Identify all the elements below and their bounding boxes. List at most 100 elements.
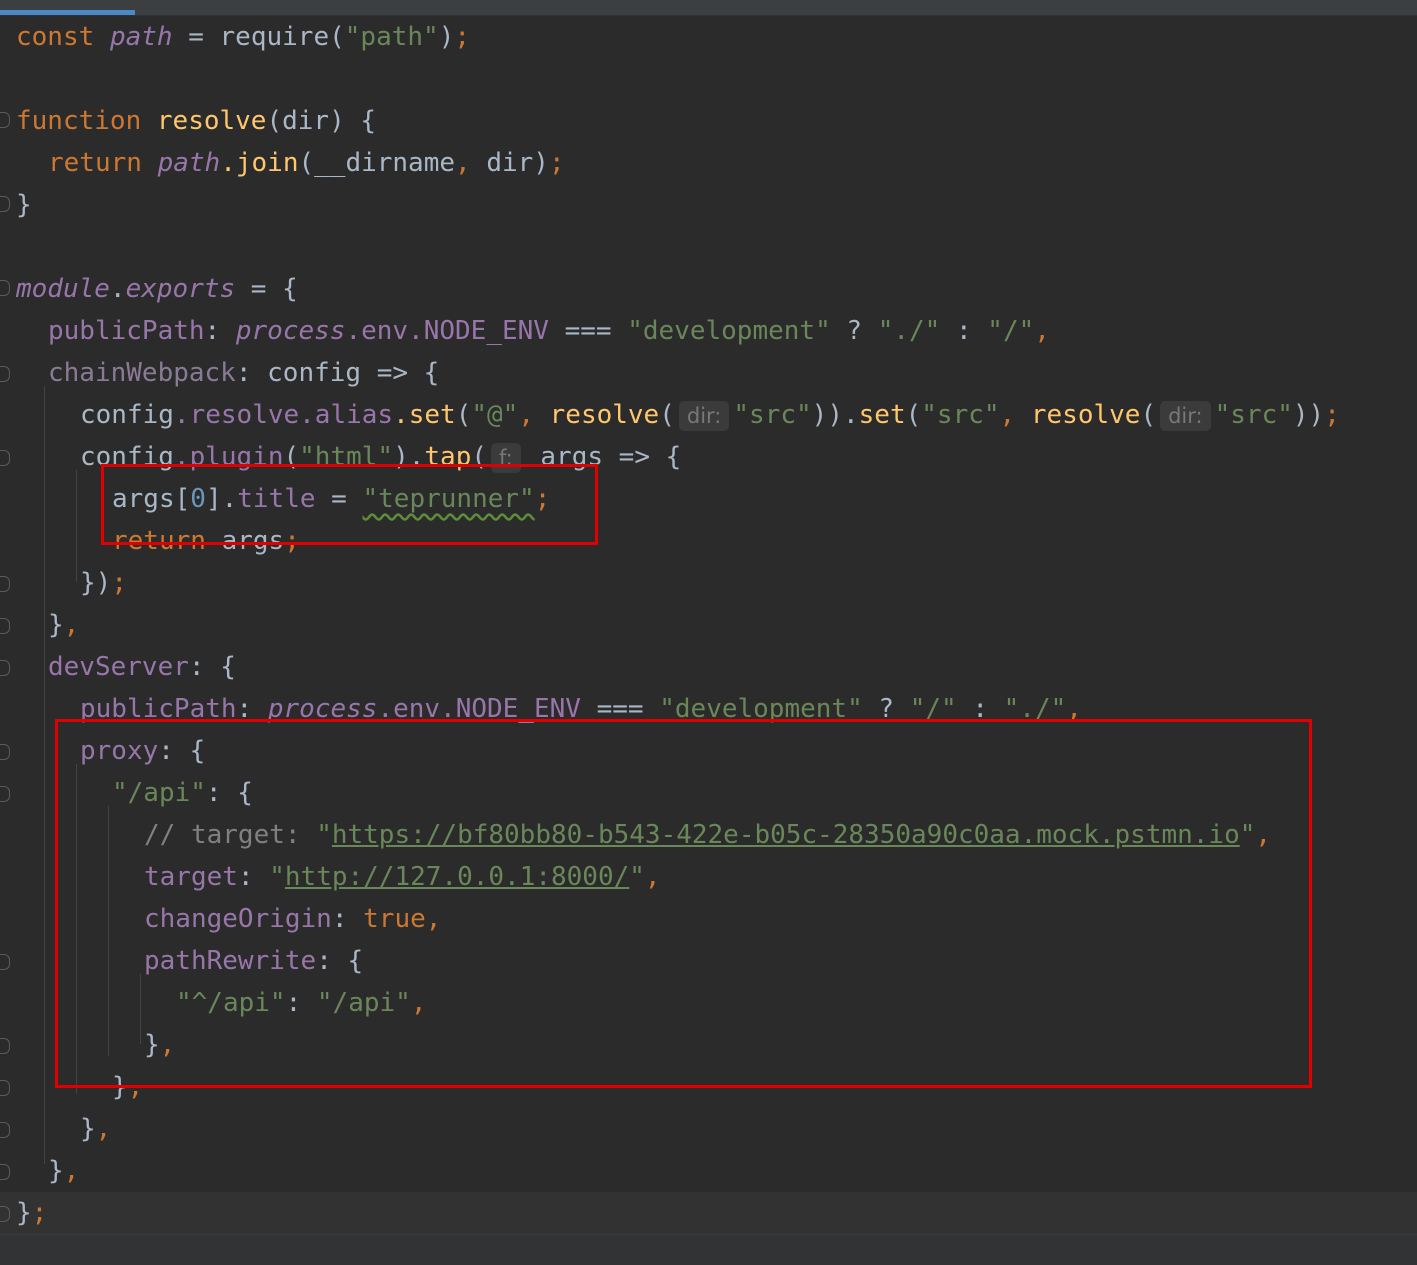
highlight-box-title bbox=[101, 464, 598, 545]
keyword-return: return bbox=[48, 148, 142, 178]
fold-marker[interactable] bbox=[0, 366, 10, 382]
method-join: .join bbox=[220, 148, 299, 178]
comma: , bbox=[455, 148, 471, 178]
comma: , bbox=[63, 1156, 80, 1186]
string-literal: "path" bbox=[344, 22, 439, 52]
key-devServer: devServer bbox=[48, 652, 189, 682]
comma: , bbox=[95, 1114, 112, 1144]
fold-marker[interactable] bbox=[0, 280, 10, 296]
brace: } bbox=[16, 190, 32, 220]
property-chain: .resolve.alias bbox=[173, 400, 394, 430]
code-line-14: }); bbox=[80, 562, 127, 604]
comma: , bbox=[63, 610, 80, 640]
code-line-29: }; bbox=[16, 1192, 47, 1234]
identifier-module: module bbox=[16, 274, 110, 304]
fold-marker[interactable] bbox=[0, 576, 10, 592]
brace: } bbox=[80, 1114, 96, 1144]
fold-marker[interactable] bbox=[0, 1080, 10, 1096]
operator: : bbox=[940, 316, 988, 346]
method-set: .set bbox=[393, 400, 456, 430]
paren: ) bbox=[438, 22, 455, 52]
brace: : { bbox=[188, 652, 236, 682]
dot: . bbox=[109, 274, 126, 304]
code-line-10: config.resolve.alias.set("@", resolve(di… bbox=[80, 394, 1340, 436]
comma: , bbox=[1034, 316, 1050, 346]
semicolon: ; bbox=[111, 568, 127, 598]
code-line-28: }, bbox=[48, 1150, 79, 1192]
editor-bottom-strip bbox=[0, 1234, 1417, 1265]
property-exports: exports bbox=[125, 274, 236, 304]
comma: , bbox=[999, 400, 1031, 430]
string-literal: "src" bbox=[733, 400, 812, 430]
fold-marker[interactable] bbox=[0, 744, 10, 760]
function-resolve: resolve bbox=[156, 106, 267, 136]
key-chainWebpack: chainWebpack bbox=[48, 358, 236, 388]
brace: } bbox=[48, 1156, 64, 1186]
code-line-9: chainWebpack: config => { bbox=[48, 352, 439, 394]
paren: ( bbox=[455, 400, 472, 430]
args: (__dirname bbox=[298, 148, 456, 178]
string-literal: "./" bbox=[877, 316, 941, 346]
operator: = bbox=[172, 22, 220, 52]
paren: ( bbox=[1140, 400, 1157, 430]
colon: : bbox=[204, 316, 236, 346]
string-literal: "src" bbox=[1214, 400, 1293, 430]
variable-path: path bbox=[157, 148, 221, 178]
fold-marker[interactable] bbox=[0, 196, 10, 212]
fold-marker[interactable] bbox=[0, 660, 10, 676]
code-line-16: devServer: { bbox=[48, 646, 236, 688]
semicolon: ; bbox=[31, 1198, 48, 1228]
fold-marker[interactable] bbox=[0, 112, 10, 128]
fold-marker[interactable] bbox=[0, 450, 10, 466]
property-node-env: NODE_ENV bbox=[423, 316, 549, 346]
code-line-15: }, bbox=[48, 604, 79, 646]
string-literal: "@" bbox=[471, 400, 519, 430]
code-line-5: } bbox=[16, 184, 32, 226]
indent-guide bbox=[76, 470, 77, 582]
indent-guide bbox=[44, 386, 45, 1164]
highlight-box-proxy bbox=[55, 719, 1312, 1088]
paren: )) bbox=[1292, 400, 1325, 430]
code-line-8: publicPath: process.env.NODE_ENV === "de… bbox=[48, 310, 1050, 352]
fold-marker[interactable] bbox=[0, 1164, 10, 1180]
string-literal: "src" bbox=[921, 400, 1000, 430]
method-set: set bbox=[858, 400, 906, 430]
function-require: require bbox=[219, 22, 330, 52]
params: (dir) { bbox=[266, 106, 377, 136]
paren: ( bbox=[659, 400, 675, 430]
property-env: .env. bbox=[345, 316, 424, 346]
parameter-hint: dir: bbox=[1160, 401, 1211, 431]
fold-marker[interactable] bbox=[0, 1206, 10, 1222]
code-line-4: return path.join(__dirname, dir); bbox=[48, 142, 565, 184]
function-resolve: resolve bbox=[1030, 400, 1141, 430]
active-tab-indicator[interactable] bbox=[0, 10, 135, 15]
code-line-1: const path = require("path"); bbox=[16, 16, 470, 58]
comma: , bbox=[518, 400, 550, 430]
paren: ( bbox=[329, 22, 345, 52]
args: dir) bbox=[470, 148, 549, 178]
fold-marker[interactable] bbox=[0, 954, 10, 970]
fold-marker[interactable] bbox=[0, 786, 10, 802]
assignment: = { bbox=[235, 274, 298, 304]
semicolon: ; bbox=[548, 148, 565, 178]
fold-marker[interactable] bbox=[0, 1038, 10, 1054]
keyword-function: function bbox=[16, 106, 142, 136]
brace: } bbox=[16, 1198, 32, 1228]
fold-marker[interactable] bbox=[0, 618, 10, 634]
code-line-7: module.exports = { bbox=[16, 268, 298, 310]
paren: ( bbox=[905, 400, 922, 430]
arrow-fn: : config => { bbox=[235, 358, 440, 388]
parameter-hint: dir: bbox=[678, 401, 730, 431]
brace: } bbox=[48, 610, 64, 640]
identifier-config: config bbox=[80, 400, 174, 430]
code-line-27: }, bbox=[80, 1108, 111, 1150]
editor-tab-bar bbox=[0, 0, 1417, 16]
string-literal: "/" bbox=[987, 316, 1035, 346]
fold-marker[interactable] bbox=[0, 1122, 10, 1138]
semicolon: ; bbox=[1324, 400, 1340, 430]
string-literal: "development" bbox=[627, 316, 831, 346]
function-resolve: resolve bbox=[549, 400, 660, 430]
identifier-process: process bbox=[235, 316, 346, 346]
brace: }) bbox=[80, 568, 112, 598]
code-line-3: function resolve(dir) { bbox=[16, 100, 376, 142]
